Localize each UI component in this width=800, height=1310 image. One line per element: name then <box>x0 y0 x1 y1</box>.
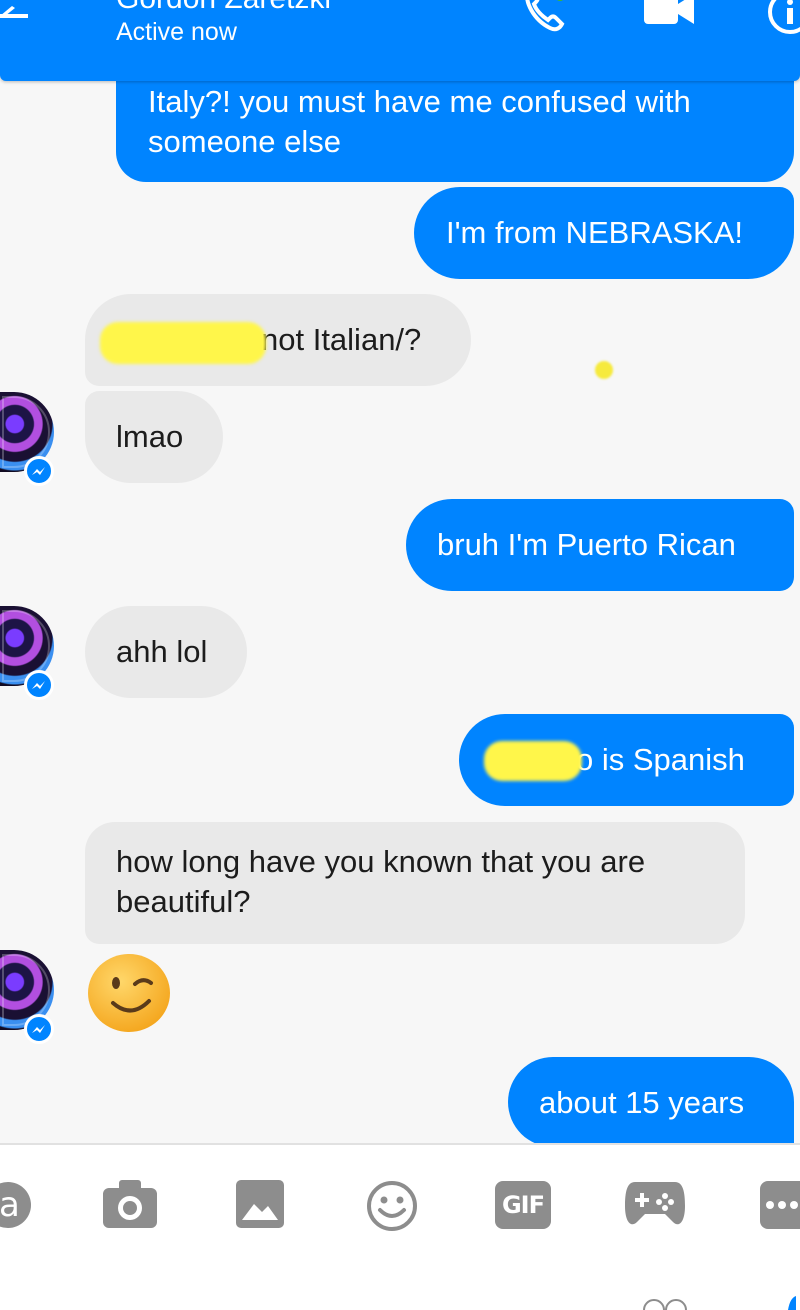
gallery-icon[interactable] <box>236 1180 284 1228</box>
message-bubble-outgoing[interactable]: bruh I'm Puerto Rican <box>406 499 794 591</box>
message-bubble-incoming[interactable]: how long have you known that you are bea… <box>85 822 745 944</box>
message-bubble-outgoing[interactable]: I'm from NEBRASKA! <box>414 187 794 279</box>
message-bubble-outgoing[interactable]: Italy?! you must have me confused with s… <box>116 70 794 182</box>
active-status: Active now <box>116 18 237 46</box>
games-icon[interactable] <box>625 1182 685 1228</box>
message-text: how long have you known that you are <box>116 844 646 879</box>
message-bubble-incoming[interactable]: ahh lol <box>85 606 247 698</box>
gif-icon[interactable]: GIF <box>495 1181 551 1229</box>
partial-icon <box>643 1299 687 1310</box>
aa-text-icon[interactable]: a <box>0 1180 32 1230</box>
redaction-mark <box>484 741 582 781</box>
contact-avatar[interactable] <box>0 606 54 700</box>
contact-avatar[interactable] <box>0 950 54 1044</box>
messenger-badge-icon <box>24 456 54 486</box>
conversation-header: Gordon Zaretzki Active now <box>0 0 800 81</box>
aa-text-label: a <box>0 1185 20 1225</box>
message-text: o is Spanish <box>576 742 745 777</box>
message-text: bruh I'm Puerto Rican <box>437 527 736 562</box>
message-bubble-incoming[interactable]: lmao <box>85 391 223 483</box>
contact-avatar[interactable] <box>0 392 54 486</box>
messenger-badge-icon <box>24 670 54 700</box>
message-text: someone else <box>148 124 342 159</box>
more-icon[interactable] <box>760 1181 800 1229</box>
winking-face-emoji-icon[interactable] <box>87 953 171 1033</box>
message-text: ahh lol <box>116 634 208 669</box>
messenger-badge-icon <box>24 1014 54 1044</box>
gif-label: GIF <box>501 1191 545 1219</box>
emoji-icon[interactable] <box>366 1180 418 1232</box>
send-icon-partial[interactable] <box>784 1296 800 1310</box>
camera-icon[interactable] <box>103 1180 157 1228</box>
message-bubble-outgoing[interactable]: about 15 years <box>508 1057 794 1147</box>
redaction-dot <box>595 361 613 379</box>
info-icon[interactable] <box>760 0 800 34</box>
contact-name[interactable]: Gordon Zaretzki <box>116 0 331 16</box>
message-text: lmao <box>116 419 184 454</box>
message-text: beautiful? <box>116 884 251 919</box>
phone-icon[interactable] <box>520 0 572 34</box>
message-text: about 15 years <box>539 1085 745 1120</box>
message-text: I'm from NEBRASKA! <box>446 215 744 250</box>
message-text: Italy?! you must have me confused with <box>148 84 691 119</box>
video-camera-icon[interactable] <box>644 0 694 28</box>
message-text: not Italian/? <box>261 322 422 357</box>
redaction-mark <box>100 322 266 364</box>
back-arrow-icon[interactable] <box>0 6 30 36</box>
